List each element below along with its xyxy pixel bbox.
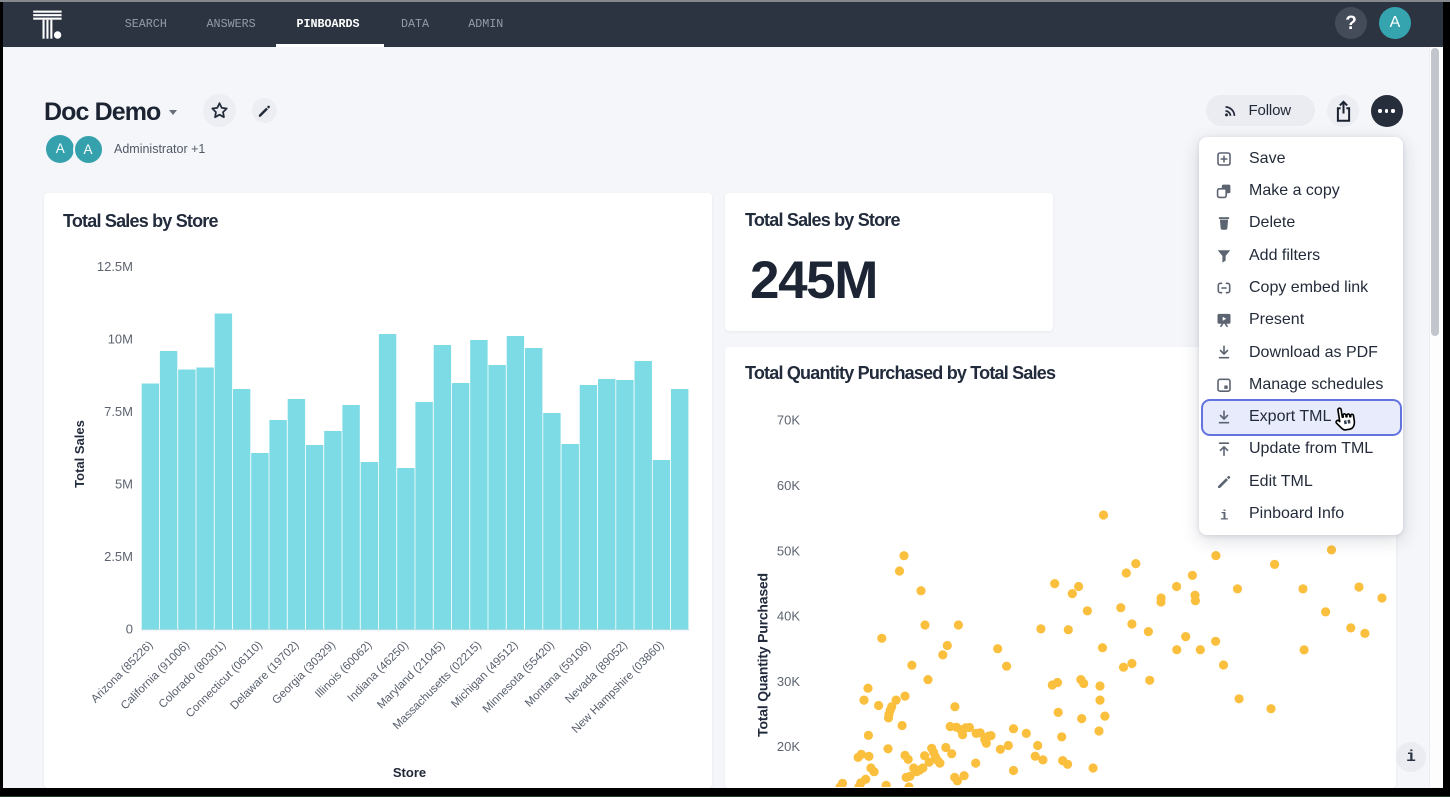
- svg-text:Colorado (80301): Colorado (80301): [157, 639, 229, 711]
- svg-text:Georgia (30329): Georgia (30329): [270, 639, 338, 707]
- svg-text:70K: 70K: [777, 413, 800, 428]
- svg-text:Delaware (19702): Delaware (19702): [228, 639, 301, 712]
- svg-text:California (91006): California (91006): [119, 639, 192, 712]
- svg-text:Michigan (49512): Michigan (49512): [449, 639, 520, 710]
- svg-text:2.5M: 2.5M: [104, 549, 133, 564]
- svg-text:Montana (59106): Montana (59106): [523, 639, 594, 710]
- svg-text:Arizona (85226): Arizona (85226): [89, 639, 155, 705]
- svg-text:12.5M: 12.5M: [97, 259, 133, 274]
- svg-text:Total Quantity Purchased by To: Total Quantity Purchased by Total Sales: [745, 363, 1056, 383]
- svg-text:50K: 50K: [777, 544, 800, 559]
- svg-text:Maryland (21045): Maryland (21045): [375, 639, 447, 711]
- svg-text:Total Quantity Purchased: Total Quantity Purchased: [755, 573, 771, 737]
- svg-text:60K: 60K: [777, 478, 800, 493]
- svg-text:10M: 10M: [108, 332, 133, 347]
- svg-text:30K: 30K: [777, 674, 800, 689]
- svg-text:20K: 20K: [777, 739, 800, 754]
- svg-text:7.5M: 7.5M: [104, 404, 133, 419]
- svg-text:0: 0: [126, 622, 133, 637]
- svg-text:i: i: [1220, 508, 1228, 523]
- svg-text:Total Sales by Store: Total Sales by Store: [63, 211, 219, 231]
- svg-text:Total Sales: Total Sales: [72, 420, 87, 488]
- svg-text:5M: 5M: [115, 477, 133, 492]
- svg-text:40K: 40K: [777, 609, 800, 624]
- svg-text:Store: Store: [393, 765, 426, 780]
- svg-text:Nevada (89052): Nevada (89052): [563, 639, 630, 706]
